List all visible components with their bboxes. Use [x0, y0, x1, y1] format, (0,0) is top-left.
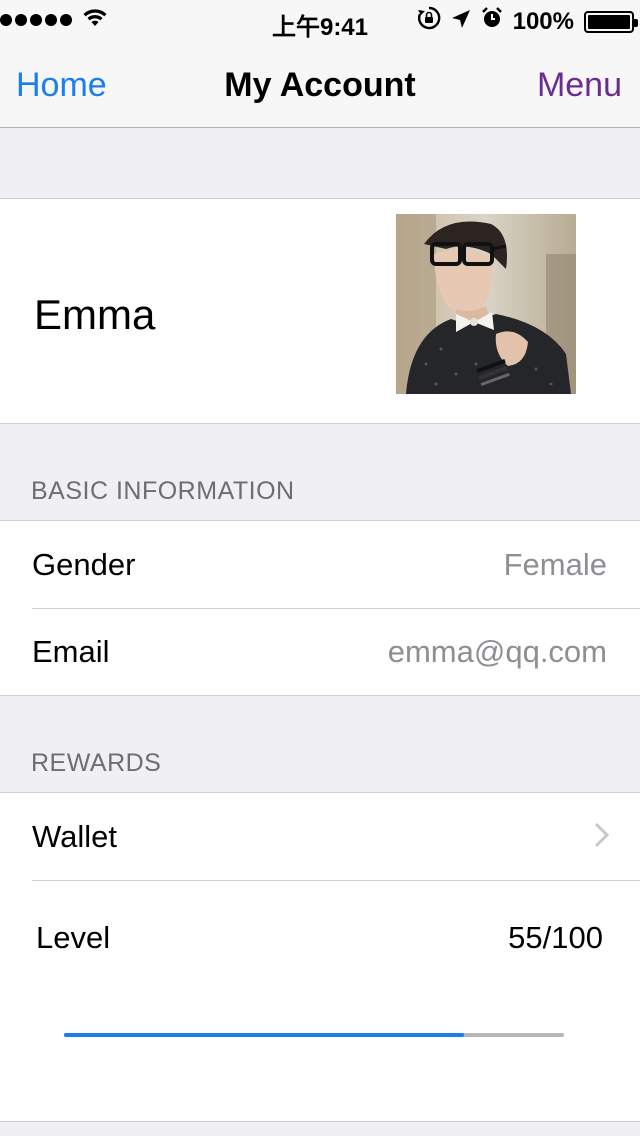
wallet-label: Wallet: [32, 819, 117, 854]
gender-value: Female: [503, 547, 607, 582]
level-progress-bar: [64, 1033, 564, 1037]
basic-information-header: BASIC INFORMATION: [31, 477, 295, 505]
battery-icon: [584, 10, 638, 33]
navigation-bar: Home My Account Menu: [0, 40, 640, 128]
gender-label: Gender: [32, 547, 136, 582]
menu-button[interactable]: Menu: [537, 66, 622, 105]
level-progress-fill: [64, 1033, 464, 1037]
rewards-group: Wallet Level 55/100: [0, 792, 640, 1122]
battery-percent: 100%: [512, 7, 574, 35]
profile-card[interactable]: Emma: [0, 198, 640, 424]
level-row: Level 55/100: [0, 880, 640, 1121]
location-arrow-icon: [451, 8, 471, 36]
status-bar: 上午9:41 100%: [0, 0, 640, 41]
email-value: emma@qq.com: [387, 634, 607, 669]
email-row[interactable]: Email emma@qq.com: [0, 608, 640, 695]
level-label: Level: [36, 920, 111, 955]
avatar[interactable]: [396, 214, 576, 394]
rotation-lock-icon: [417, 6, 441, 37]
basic-information-group: Gender Female Email emma@qq.com: [0, 520, 640, 696]
gender-row[interactable]: Gender Female: [0, 521, 640, 608]
profile-name: Emma: [34, 291, 156, 338]
alarm-icon: [481, 7, 503, 36]
status-right: 100%: [417, 6, 638, 37]
email-label: Email: [32, 634, 110, 669]
wallet-row[interactable]: Wallet: [0, 793, 640, 880]
rewards-header: REWARDS: [31, 749, 162, 777]
chevron-right-icon: [594, 822, 610, 853]
level-value: 55/100: [508, 920, 603, 955]
